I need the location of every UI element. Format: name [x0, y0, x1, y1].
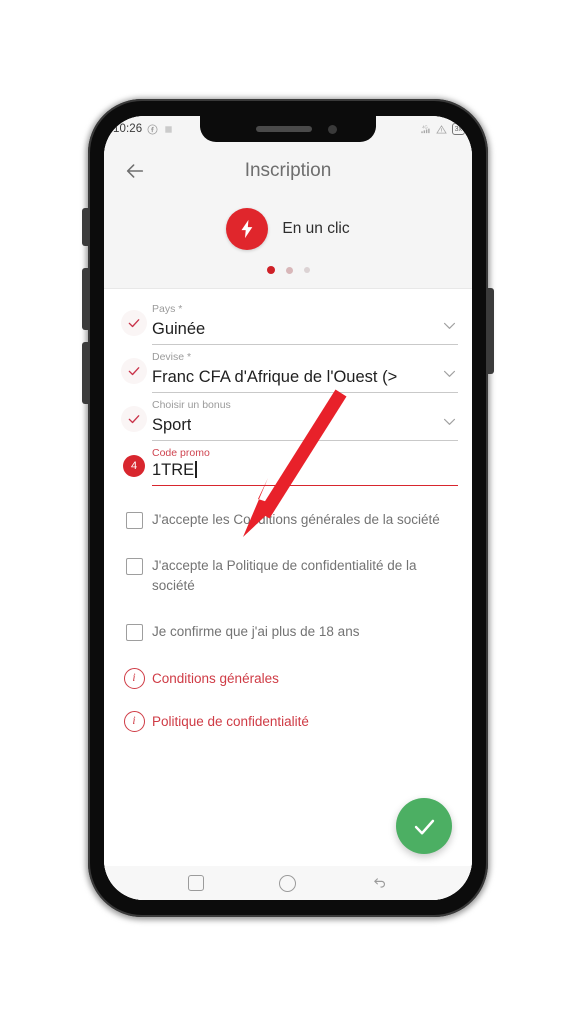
code-promo-input[interactable]: 1TRE	[152, 461, 458, 486]
phone-button-power[interactable]	[487, 288, 494, 374]
lightning-bolt-icon	[226, 208, 269, 250]
info-icon[interactable]: i	[123, 711, 145, 732]
field-pays-status	[116, 310, 152, 345]
signal-icon: 4G	[420, 124, 430, 133]
battery-label: 3x	[454, 125, 462, 133]
field-code-promo-value: 1TRE	[152, 461, 195, 479]
info-icon[interactable]: i	[123, 668, 145, 689]
check-icon	[414, 819, 434, 834]
text-caret	[195, 461, 197, 478]
facebook-icon	[147, 124, 158, 134]
field-pays-label: Pays *	[152, 303, 183, 315]
submit-button[interactable]	[396, 798, 452, 854]
field-pays[interactable]: Pays * Guinée	[104, 303, 472, 345]
phone-notch	[200, 116, 376, 142]
home-circle-icon[interactable]	[278, 874, 296, 892]
battery-icon: 3x	[451, 123, 468, 135]
phone-button-silent[interactable]	[82, 208, 89, 246]
field-bonus[interactable]: Choisir un bonus Sport	[104, 399, 472, 441]
field-pays-value: Guinée	[152, 320, 206, 338]
carousel-dot-3[interactable]	[303, 267, 310, 273]
field-devise-status	[116, 358, 152, 393]
check-icon	[121, 406, 147, 432]
checkbox-terms-lead	[116, 510, 152, 529]
app-icon	[165, 125, 172, 133]
checkbox-terms[interactable]	[125, 512, 143, 529]
back-arrow-icon[interactable]	[371, 875, 388, 892]
checkbox-age-label: Je confirme que j'ai plus de 18 ans	[152, 624, 360, 639]
field-bonus-label: Choisir un bonus	[152, 399, 231, 411]
field-code-promo-main: Code promo 1TRE	[152, 447, 458, 486]
field-devise-main: Devise * Franc CFA d'Afrique de l'Ouest …	[152, 351, 458, 393]
field-bonus-main: Choisir un bonus Sport	[152, 399, 458, 441]
checkbox-row-privacy[interactable]: J'accepte la Politique de confidentialit…	[116, 556, 454, 596]
step-badge: 4	[123, 455, 145, 477]
carousel-dots[interactable]	[104, 266, 472, 274]
carousel-dot-2[interactable]	[285, 266, 293, 274]
recents-square-icon[interactable]	[187, 875, 204, 891]
front-camera	[328, 125, 337, 134]
checkbox-row-age[interactable]: Je confirme que j'ai plus de 18 ans	[116, 622, 454, 642]
page-title: Inscription	[244, 160, 332, 181]
screenshot-stage: 10:26 4G 3x Inscription En un clic Pays …	[0, 0, 576, 1024]
field-bonus-value: Sport	[152, 416, 192, 434]
field-code-promo-status: 4	[116, 455, 152, 486]
status-bar-right: 4G 3x	[419, 123, 468, 135]
svg-text:4G: 4G	[422, 124, 427, 129]
field-bonus-status	[116, 406, 152, 441]
checkbox-age-lead	[116, 622, 152, 641]
checkbox-age[interactable]	[125, 624, 143, 641]
field-devise-control[interactable]: Franc CFA d'Afrique de l'Ouest (>	[152, 365, 458, 393]
checkbox-terms-label: J'accepte les Conditions générales de la…	[152, 512, 440, 527]
link-privacy-label[interactable]: Politique de confidentialité	[152, 714, 309, 729]
phone-button-volume-down[interactable]	[82, 342, 89, 404]
promo-banner[interactable]: En un clic	[104, 200, 472, 266]
chevron-down-icon[interactable]	[441, 413, 458, 430]
field-code-promo-label: Code promo	[152, 447, 210, 459]
field-pays-main: Pays * Guinée	[152, 303, 458, 345]
warning-triangle-icon	[435, 124, 447, 134]
check-glyph-icon	[128, 415, 140, 424]
field-bonus-control[interactable]: Sport	[152, 413, 458, 441]
chevron-down-icon[interactable]	[441, 317, 458, 334]
checkbox-row-terms[interactable]: J'accepte les Conditions générales de la…	[116, 510, 454, 530]
field-pays-control[interactable]: Guinée	[152, 317, 458, 345]
field-code-promo[interactable]: 4 Code promo 1TRE	[104, 447, 472, 486]
android-nav-bar	[104, 866, 472, 900]
link-privacy-lead: i	[116, 711, 152, 732]
link-terms-label[interactable]: Conditions générales	[152, 671, 279, 686]
arrow-left-icon	[126, 164, 144, 178]
check-icon	[121, 358, 147, 384]
checkbox-privacy[interactable]	[125, 558, 143, 575]
field-devise[interactable]: Devise * Franc CFA d'Afrique de l'Ouest …	[104, 351, 472, 393]
bolt-glyph-icon	[241, 219, 253, 239]
check-icon	[121, 310, 147, 336]
promo-header: En un clic	[104, 200, 472, 288]
link-row-privacy[interactable]: i Politique de confidentialité	[116, 711, 454, 732]
check-glyph-icon	[128, 319, 140, 328]
app-bar: Inscription	[104, 142, 472, 200]
app-screen: 10:26 4G 3x Inscription En un clic Pays …	[104, 116, 472, 900]
consent-section: J'accepte les Conditions générales de la…	[104, 492, 472, 732]
back-button[interactable]	[120, 156, 150, 186]
chevron-down-icon[interactable]	[441, 365, 458, 382]
promo-label: En un clic	[282, 220, 350, 237]
field-devise-label: Devise *	[152, 351, 192, 363]
field-devise-value: Franc CFA d'Afrique de l'Ouest (>	[152, 368, 398, 386]
check-glyph-icon	[128, 367, 140, 376]
phone-button-volume-up[interactable]	[82, 268, 89, 330]
link-row-terms[interactable]: i Conditions générales	[116, 668, 454, 689]
checkbox-privacy-lead	[116, 556, 152, 575]
link-terms-lead: i	[116, 668, 152, 689]
carousel-dot-1[interactable]	[266, 266, 275, 274]
status-bar-clock: 10:26	[113, 123, 143, 135]
status-bar-left: 10:26	[113, 123, 174, 135]
checkbox-privacy-label: J'accepte la Politique de confidentialit…	[152, 558, 417, 593]
earpiece-speaker	[256, 126, 312, 132]
phone-screen: 10:26 4G 3x Inscription En un clic Pays …	[104, 116, 472, 900]
